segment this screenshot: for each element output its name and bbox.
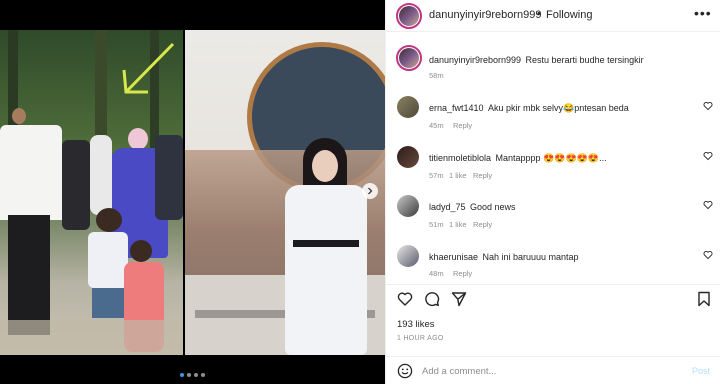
comment-text: Nah ini baruuuu mantap: [482, 252, 579, 262]
carousel-dot-active: [180, 373, 184, 377]
commenter-avatar[interactable]: [397, 146, 419, 168]
comment-timestamp: 51m: [429, 220, 444, 229]
comment-timestamp: 48m: [429, 269, 444, 278]
comment-bubble-icon[interactable]: [424, 291, 440, 307]
carousel-dot: [187, 373, 191, 377]
chevron-right-icon: [368, 187, 373, 195]
more-dots-icon[interactable]: •••: [694, 5, 712, 21]
post-comment-button[interactable]: Post: [692, 366, 710, 376]
comment-username[interactable]: khaerunisae: [429, 252, 478, 262]
heart-outline-icon[interactable]: [397, 291, 413, 307]
arrow-annotation-icon: [122, 42, 175, 94]
photo-left-family-walk: [0, 30, 183, 355]
reply-button[interactable]: Reply: [473, 220, 492, 229]
heart-outline-icon[interactable]: [703, 250, 713, 260]
carousel-dot: [201, 373, 205, 377]
caption-username[interactable]: danunyinyir9reborn999: [429, 55, 521, 65]
smiley-icon[interactable]: [397, 363, 413, 379]
add-comment-bar: Post: [386, 356, 720, 384]
comment-text: Good news: [470, 202, 516, 212]
reply-button[interactable]: Reply: [453, 269, 472, 278]
reply-button[interactable]: Reply: [473, 171, 492, 180]
comment-text: Mantapppp 😍😍😍😍😍...: [495, 153, 607, 163]
commenter-avatar[interactable]: [397, 96, 419, 118]
carousel-next-button[interactable]: [362, 183, 378, 199]
reply-button[interactable]: Reply: [453, 121, 472, 130]
following-button[interactable]: Following: [546, 9, 592, 21]
carousel-dot: [194, 373, 198, 377]
author-avatar[interactable]: [396, 3, 422, 29]
caption-text: Restu berarti budhe tersingkir: [525, 55, 644, 65]
comment-text: Aku pkir mbk selvy😂pntesan beda: [488, 103, 629, 113]
post-side-panel: danunyinyir9reborn999 • Following ••• da…: [385, 0, 720, 384]
post-header: danunyinyir9reborn999 • Following •••: [386, 0, 720, 32]
comment-timestamp: 57m: [429, 171, 444, 180]
like-count[interactable]: 193 likes: [397, 319, 435, 330]
comment-like-count[interactable]: 1 like: [449, 220, 467, 229]
comment-username[interactable]: erna_fwt1410: [429, 103, 484, 113]
bookmark-icon[interactable]: [696, 291, 712, 307]
comment-input[interactable]: [422, 362, 682, 380]
comment-username[interactable]: ladyd_75: [429, 202, 466, 212]
commenter-avatar[interactable]: [397, 245, 419, 267]
heart-outline-icon[interactable]: [703, 151, 713, 161]
heart-outline-icon[interactable]: [703, 200, 713, 210]
post-actions-bar: 193 likes 1 HOUR AGO: [386, 284, 720, 344]
post-media[interactable]: [0, 0, 385, 384]
author-username[interactable]: danunyinyir9reborn999: [429, 9, 542, 21]
post-timestamp: 1 HOUR AGO: [397, 335, 444, 342]
comment-username[interactable]: titienmoletiblola: [429, 153, 491, 163]
caption-author-avatar[interactable]: [396, 45, 422, 71]
comment-timestamp: 45m: [429, 121, 444, 130]
commenter-avatar[interactable]: [397, 195, 419, 217]
carousel-indicator: [0, 373, 385, 377]
paper-plane-icon[interactable]: [451, 291, 467, 307]
caption-timestamp: 58m: [429, 71, 444, 80]
heart-outline-icon[interactable]: [703, 101, 713, 111]
comment-like-count[interactable]: 1 like: [449, 171, 467, 180]
separator-dot: •: [537, 8, 541, 20]
photo-right-woman-portrait: [185, 30, 385, 355]
